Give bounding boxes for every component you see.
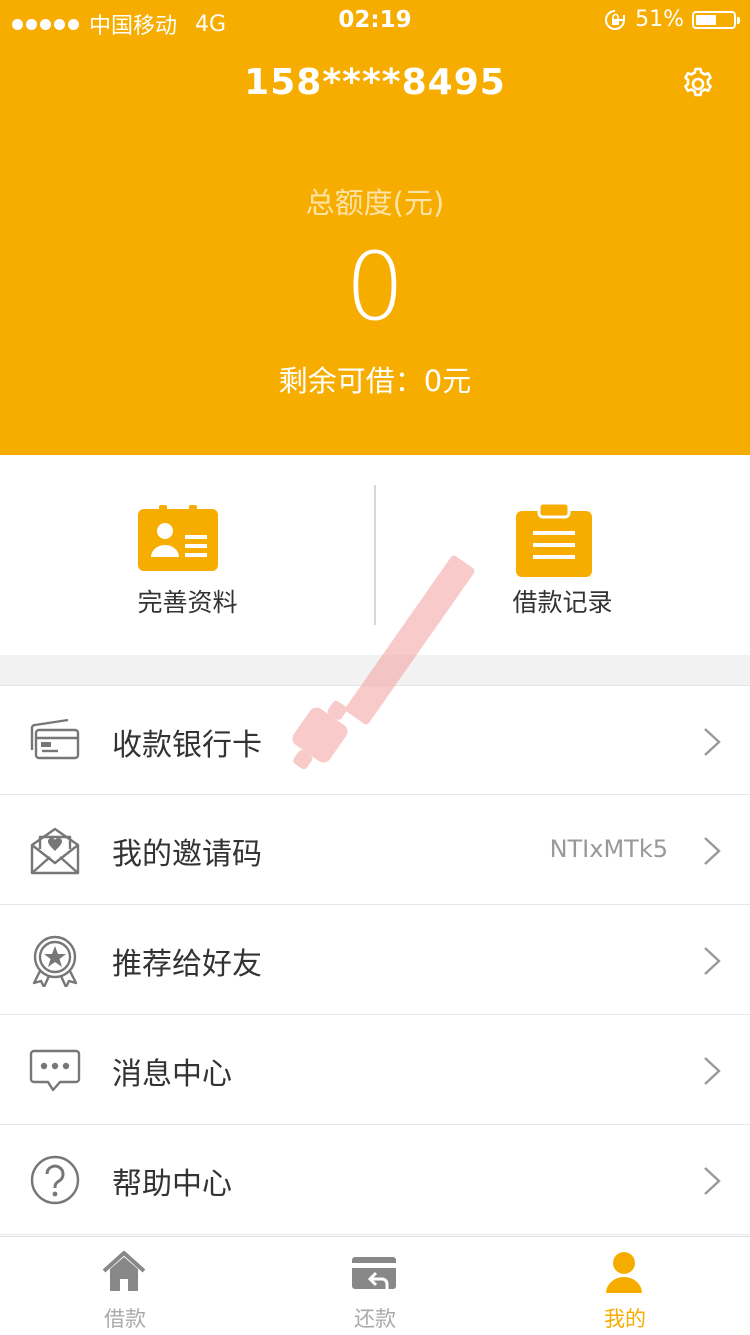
gear-icon[interactable] <box>680 66 716 102</box>
phone-number: 158****8495 <box>244 62 506 103</box>
tab-borrow[interactable]: 借款 <box>0 1237 250 1335</box>
tab-mine[interactable]: 我的 <box>500 1237 750 1335</box>
menu-item-label: 消息中心 <box>112 1057 232 1092</box>
battery-percentage: 51% <box>635 7 684 32</box>
menu-item-message-center[interactable]: 消息中心 <box>0 1015 750 1125</box>
tab-label: 借款 <box>104 1307 146 1331</box>
chevron-right-icon <box>704 837 721 865</box>
status-bar: 中国移动 4G 02:19 51% <box>0 0 750 40</box>
menu-item-invite-code[interactable]: 我的邀请码 NTIxMTk5 <box>0 795 750 905</box>
help-icon <box>30 1155 80 1205</box>
invite-code-value: NTIxMTk5 <box>549 835 668 863</box>
menu-list: 收款银行卡 我的邀请码 NTIxMTk5 推荐给好友 消息中心 帮助中心 <box>0 685 750 1235</box>
tab-label: 还款 <box>354 1307 396 1331</box>
repay-wallet-icon <box>352 1257 396 1289</box>
section-spacer <box>0 655 750 685</box>
id-card-icon <box>138 505 218 571</box>
chevron-right-icon <box>704 728 721 756</box>
invite-envelope-icon <box>30 827 80 875</box>
menu-item-recommend-friends[interactable]: 推荐给好友 <box>0 905 750 1015</box>
tab-label: 我的 <box>604 1307 646 1331</box>
chat-bubble-icon <box>29 1049 81 1092</box>
total-quota-label: 总额度(元) <box>305 186 445 220</box>
tab-repay[interactable]: 还款 <box>250 1237 500 1335</box>
remaining-credit: 剩余可借：0元 <box>278 364 472 398</box>
rotation-lock-icon <box>605 9 626 30</box>
account-header: 中国移动 4G 02:19 51% 158****8495 总额度(元) 0 剩… <box>0 0 750 455</box>
chevron-right-icon <box>704 1057 721 1085</box>
menu-item-help-center[interactable]: 帮助中心 <box>0 1125 750 1235</box>
chevron-right-icon <box>704 1167 721 1195</box>
bank-card-icon <box>30 718 80 760</box>
star-badge-icon <box>32 935 78 987</box>
menu-item-label: 收款银行卡 <box>112 728 262 763</box>
menu-item-label: 推荐给好友 <box>112 947 262 982</box>
home-icon <box>102 1251 146 1291</box>
clipboard-icon <box>516 501 592 577</box>
loan-records-button[interactable]: 借款记录 <box>375 455 750 655</box>
menu-item-label: 我的邀请码 <box>112 837 262 872</box>
battery-icon <box>692 10 740 29</box>
loan-records-label: 借款记录 <box>512 588 613 617</box>
user-icon <box>606 1252 642 1293</box>
menu-item-bank-card[interactable]: 收款银行卡 <box>0 685 750 795</box>
total-quota-value: 0 <box>345 233 405 342</box>
complete-profile-label: 完善资料 <box>137 588 238 617</box>
complete-profile-button[interactable]: 完善资料 <box>0 455 375 655</box>
tab-bar: 借款 还款 我的 <box>0 1236 750 1334</box>
menu-item-label: 帮助中心 <box>112 1167 232 1202</box>
chevron-right-icon <box>704 947 721 975</box>
quick-actions: 完善资料 借款记录 <box>0 455 750 655</box>
